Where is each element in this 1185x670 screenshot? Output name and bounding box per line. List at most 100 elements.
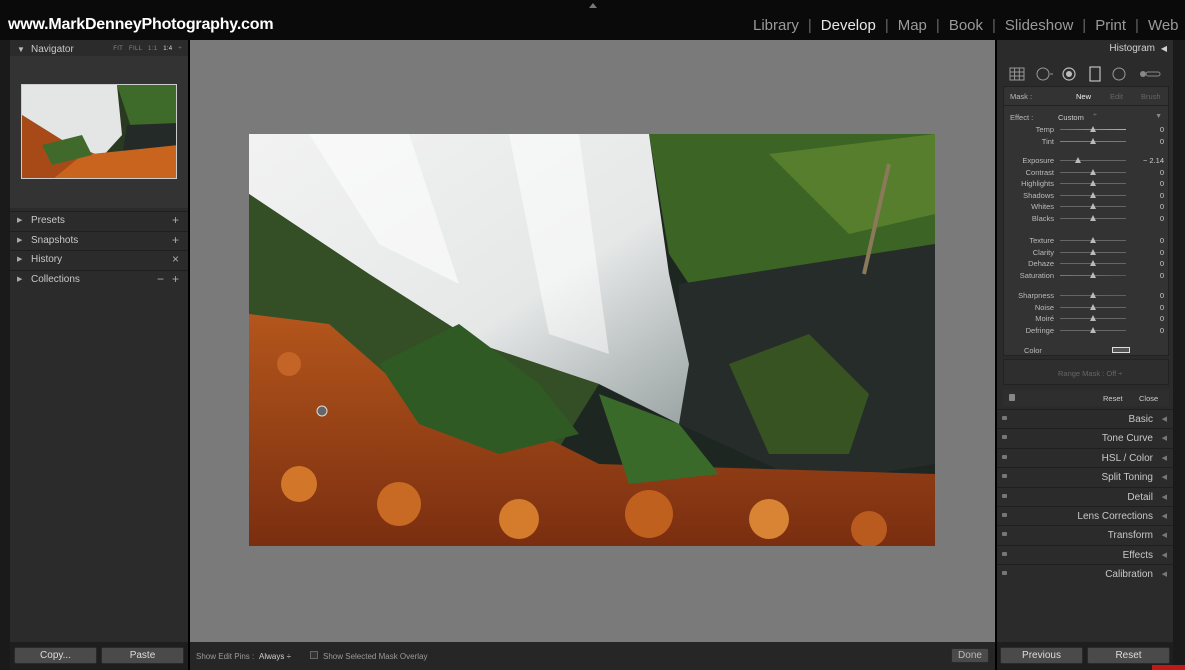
color-swatch[interactable]: [1112, 347, 1130, 353]
zoom-fit[interactable]: FIT: [113, 46, 123, 52]
slider-value[interactable]: − 2.14: [1143, 156, 1164, 165]
module-map[interactable]: Map: [898, 17, 927, 34]
histogram-header[interactable]: Histogram ◀: [997, 40, 1173, 57]
panel-switch-icon[interactable]: [1009, 394, 1015, 401]
zoom-more[interactable]: ÷: [178, 46, 182, 52]
panel-tone-curve[interactable]: Tone Curve ◀: [997, 428, 1173, 447]
slider-thumb[interactable]: [1090, 180, 1096, 187]
slider-value[interactable]: 0: [1160, 248, 1164, 257]
module-library[interactable]: Library: [753, 17, 799, 34]
develop-toolbar: Show Edit Pins : Always ÷ Show Selected …: [190, 642, 995, 670]
left-panel-edge[interactable]: [0, 40, 10, 670]
panel-transform[interactable]: Transform ◀: [997, 525, 1173, 544]
range-mask-select[interactable]: Range Mask : Off ÷: [1058, 369, 1122, 378]
panel-lens-corrections[interactable]: Lens Corrections ◀: [997, 506, 1173, 525]
show-edit-pins-select[interactable]: Always ÷: [259, 652, 291, 661]
main-photo[interactable]: [249, 134, 935, 546]
previous-button[interactable]: Previous: [1000, 647, 1083, 664]
right-panel: Histogram ◀ Mask : New Edit Brush Effect…: [997, 40, 1173, 642]
effect-preset-select[interactable]: Custom: [1058, 113, 1084, 122]
mask-reset-button[interactable]: Reset: [1103, 394, 1123, 403]
right-panel-edge[interactable]: [1173, 40, 1185, 670]
mask-edit[interactable]: Edit: [1110, 92, 1123, 101]
panel-action-icon[interactable]: +: [172, 272, 179, 286]
panel-history[interactable]: ▶ History ×: [10, 250, 188, 268]
slider-thumb[interactable]: [1090, 292, 1096, 298]
slider-thumb[interactable]: [1090, 248, 1096, 255]
slider-value[interactable]: 0: [1160, 291, 1164, 300]
reset-button[interactable]: Reset: [1087, 647, 1170, 664]
slider-track[interactable]: [1060, 160, 1126, 161]
zoom-1-4[interactable]: 1:4: [163, 46, 172, 52]
panel-action-icon[interactable]: +: [172, 213, 179, 227]
slider-thumb[interactable]: [1090, 191, 1096, 198]
copy-settings-button[interactable]: Copy...: [14, 647, 97, 664]
panel-switch-icon[interactable]: [1002, 551, 1007, 556]
effect-collapse-icon[interactable]: ▼: [1155, 113, 1162, 120]
panel-switch-icon[interactable]: [1002, 416, 1007, 420]
slider-tint: Tint 0: [1004, 136, 1170, 147]
slider-value[interactable]: 0: [1160, 168, 1164, 177]
panel-basic[interactable]: Basic ◀: [997, 409, 1173, 428]
panel-switch-icon[interactable]: [1002, 474, 1007, 479]
navigator-thumbnail[interactable]: [21, 84, 177, 179]
panel-hsl-color[interactable]: HSL / Color ◀: [997, 447, 1173, 467]
slider-value[interactable]: 0: [1160, 191, 1164, 200]
slider-thumb[interactable]: [1090, 326, 1096, 333]
slider-value[interactable]: 0: [1160, 236, 1164, 245]
module-slideshow[interactable]: Slideshow: [1005, 17, 1073, 34]
slider-thumb[interactable]: [1090, 203, 1096, 210]
slider-value[interactable]: 0: [1160, 326, 1164, 335]
mask-close-button[interactable]: Close: [1139, 394, 1158, 403]
slider-thumb[interactable]: [1090, 303, 1096, 310]
slider-value[interactable]: 0: [1160, 271, 1164, 280]
mask-overlay-checkbox[interactable]: [310, 651, 318, 659]
slider-value[interactable]: 0: [1160, 214, 1164, 223]
module-web[interactable]: Web: [1148, 17, 1179, 34]
panel-snapshots[interactable]: ▶ Snapshots +: [10, 230, 188, 249]
panel-split-toning[interactable]: Split Toning ◀: [997, 467, 1173, 486]
slider-value[interactable]: 0: [1160, 137, 1164, 146]
slider-thumb[interactable]: [1090, 126, 1096, 132]
panel-action-icon[interactable]: +: [172, 233, 179, 247]
panel-action-icon[interactable]: ×: [172, 252, 179, 266]
panel-switch-icon[interactable]: [1002, 532, 1007, 537]
slider-thumb[interactable]: [1090, 137, 1096, 144]
panel-detail[interactable]: Detail ◀: [997, 486, 1173, 506]
slider-thumb[interactable]: [1090, 260, 1096, 267]
slider-thumb[interactable]: [1074, 157, 1081, 163]
zoom-1-1[interactable]: 1:1: [148, 46, 157, 52]
panel-presets[interactable]: ▶ Presets +: [10, 211, 188, 229]
zoom-fill[interactable]: FILL: [129, 46, 142, 52]
slider-value[interactable]: 0: [1160, 303, 1164, 312]
panel-effects[interactable]: Effects ◀: [997, 544, 1173, 564]
done-button[interactable]: Done: [951, 648, 989, 663]
panel-calibration[interactable]: Calibration ◀: [997, 564, 1173, 583]
paste-settings-button[interactable]: Paste: [101, 647, 184, 664]
slider-thumb[interactable]: [1090, 215, 1096, 221]
panel-action-secondary-icon[interactable]: −: [157, 272, 164, 286]
mask-new[interactable]: New: [1076, 92, 1091, 101]
collapse-top-panel-icon[interactable]: [589, 3, 597, 8]
slider-thumb[interactable]: [1090, 271, 1096, 278]
slider-value[interactable]: 0: [1160, 202, 1164, 211]
panel-collections[interactable]: ▶ Collections + −: [10, 269, 188, 288]
expand-triangle-icon: ▶: [17, 275, 23, 283]
panel-switch-icon[interactable]: [1002, 435, 1007, 440]
slider-value[interactable]: 0: [1160, 259, 1164, 268]
effect-preset-stepper-icon[interactable]: ÷: [1093, 112, 1097, 119]
slider-value[interactable]: 0: [1160, 125, 1164, 134]
panel-switch-icon[interactable]: [1002, 513, 1007, 517]
module-book[interactable]: Book: [949, 17, 983, 34]
mask-brush[interactable]: Brush: [1141, 92, 1161, 101]
slider-thumb[interactable]: [1090, 237, 1096, 243]
slider-value[interactable]: 0: [1160, 179, 1164, 188]
slider-value[interactable]: 0: [1160, 314, 1164, 323]
panel-switch-icon[interactable]: [1002, 493, 1007, 498]
panel-switch-icon[interactable]: [1002, 571, 1007, 576]
module-develop[interactable]: Develop: [821, 17, 876, 34]
slider-thumb[interactable]: [1090, 315, 1096, 322]
module-print[interactable]: Print: [1095, 17, 1126, 34]
panel-switch-icon[interactable]: [1002, 454, 1007, 459]
slider-thumb[interactable]: [1090, 168, 1096, 175]
